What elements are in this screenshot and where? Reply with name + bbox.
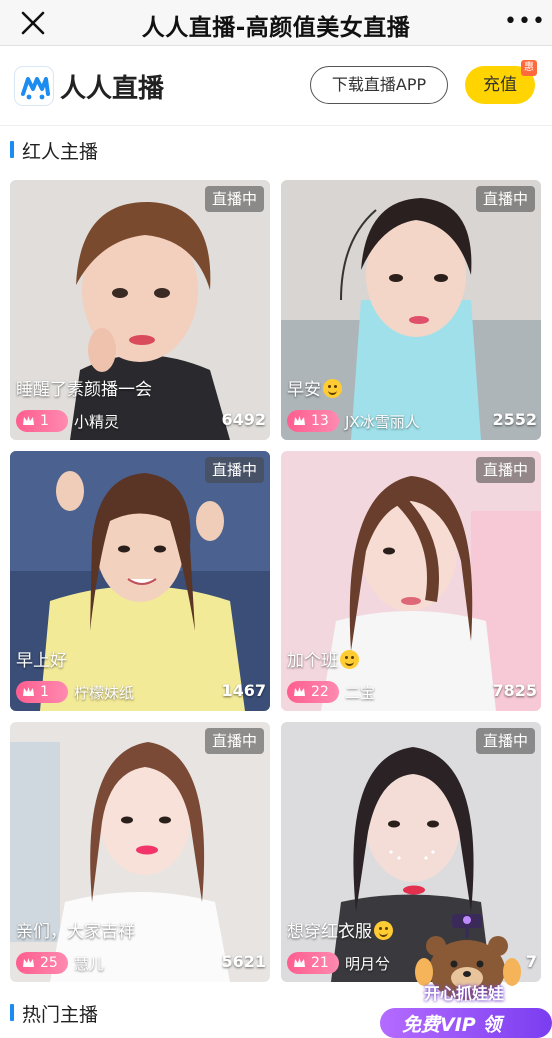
- level-badge: 13: [287, 410, 339, 432]
- live-status-tag: 直播中: [475, 728, 535, 754]
- stream-caption: 早上好: [16, 646, 67, 671]
- download-app-button[interactable]: 下载直播APP: [310, 66, 448, 104]
- smile-emoji-icon: [323, 379, 342, 398]
- stream-caption: 加个班: [287, 646, 359, 671]
- level-number: 22: [311, 684, 329, 700]
- live-status-tag: 直播中: [475, 186, 535, 212]
- viewer-count: 2552: [492, 410, 537, 429]
- section-title: 红人主播: [22, 141, 99, 163]
- caption-text: 亲们，大家吉祥: [16, 922, 135, 942]
- section-accent-bar: [10, 1004, 14, 1021]
- host-name: 慧儿: [74, 955, 105, 973]
- stream-thumbnail: [10, 180, 270, 440]
- level-number: 21: [311, 955, 329, 971]
- stream-thumbnail: [281, 180, 541, 440]
- stream-card[interactable]: 直播中 加个班 22 二宝 7825: [281, 451, 541, 711]
- level-badge: 1: [16, 410, 68, 432]
- level-badge: 1: [16, 681, 68, 703]
- viewer-count: 5621: [221, 952, 266, 971]
- top-nav-bar: 人人直播-高颜值美女直播 •••: [0, 0, 552, 46]
- level-number: 1: [40, 684, 49, 700]
- level-number: 25: [40, 955, 58, 971]
- stream-caption: 睡醒了素颜播一会: [16, 375, 152, 400]
- viewer-count: 7825: [492, 681, 537, 700]
- level-badge: 21: [287, 952, 339, 974]
- section-title: 热门主播: [22, 1004, 99, 1026]
- level-badge: 22: [287, 681, 339, 703]
- caption-text: 加个班: [287, 651, 338, 671]
- stream-caption: 早安: [287, 375, 342, 400]
- live-status-tag: 直播中: [204, 457, 264, 483]
- smile-emoji-icon: [340, 650, 359, 669]
- level-badge: 25: [16, 952, 68, 974]
- level-icon: [23, 958, 34, 967]
- card-info-row: 25 慧儿 5621: [10, 946, 270, 982]
- page-title: 人人直播-高颜值美女直播: [141, 15, 411, 41]
- app-logo-icon: [14, 66, 54, 106]
- promo-title: 开心抓娃娃: [424, 984, 505, 1003]
- viewer-count: 1467: [221, 681, 266, 700]
- stream-card[interactable]: 直播中 早上好 1 柠檬妹纸 1467: [10, 451, 270, 711]
- card-info-row: 22 二宝 7825: [281, 675, 541, 711]
- card-info-row: 1 柠檬妹纸 1467: [10, 675, 270, 711]
- live-status-tag: 直播中: [475, 457, 535, 483]
- live-status-tag: 直播中: [204, 728, 264, 754]
- vip-label: 免费VIP 领: [402, 1014, 502, 1036]
- card-info-row: 1 小精灵 6492: [10, 404, 270, 440]
- level-icon: [294, 687, 305, 696]
- stream-card[interactable]: 直播中 早安 13 JX冰雪丽人 2552: [281, 180, 541, 440]
- stream-card[interactable]: 直播中 亲们，大家吉祥 25 慧儿 5621: [10, 722, 270, 982]
- more-icon[interactable]: •••: [504, 11, 545, 33]
- stream-caption: 亲们，大家吉祥: [16, 917, 135, 942]
- level-icon: [294, 958, 305, 967]
- host-name: 小精灵: [74, 413, 120, 431]
- host-name: JX冰雪丽人: [345, 413, 420, 431]
- stream-thumbnail: [281, 451, 541, 711]
- caption-text: 睡醒了素颜播一会: [16, 380, 152, 400]
- app-header: 人人直播 下载直播APP 充值 惠: [0, 46, 552, 126]
- free-vip-button[interactable]: 免费VIP 领: [380, 1008, 552, 1038]
- caption-text: 早上好: [16, 651, 67, 671]
- level-icon: [294, 416, 305, 425]
- level-number: 1: [40, 413, 49, 429]
- host-name: 二宝: [345, 684, 376, 702]
- caption-text: 早安: [287, 380, 321, 400]
- claw-machine-promo[interactable]: 开心抓娃娃 免费VIP 领: [372, 912, 552, 1038]
- section-header-hot: 红人主播: [0, 129, 552, 169]
- section-accent-bar: [10, 141, 14, 158]
- live-status-tag: 直播中: [204, 186, 264, 212]
- caption-text: 想穿红衣服: [287, 922, 372, 942]
- stream-thumbnail: [10, 722, 270, 982]
- stream-card[interactable]: 直播中 睡醒了素颜播一会 1 小精灵 6492: [10, 180, 270, 440]
- level-icon: [23, 687, 34, 696]
- host-name: 柠檬妹纸: [74, 684, 135, 702]
- recharge-badge: 惠: [521, 60, 537, 76]
- card-info-row: 13 JX冰雪丽人 2552: [281, 404, 541, 440]
- level-number: 13: [311, 413, 329, 429]
- viewer-count: 6492: [221, 410, 266, 429]
- level-icon: [23, 416, 34, 425]
- app-logo-text: 人人直播: [60, 74, 165, 104]
- stream-thumbnail: [10, 451, 270, 711]
